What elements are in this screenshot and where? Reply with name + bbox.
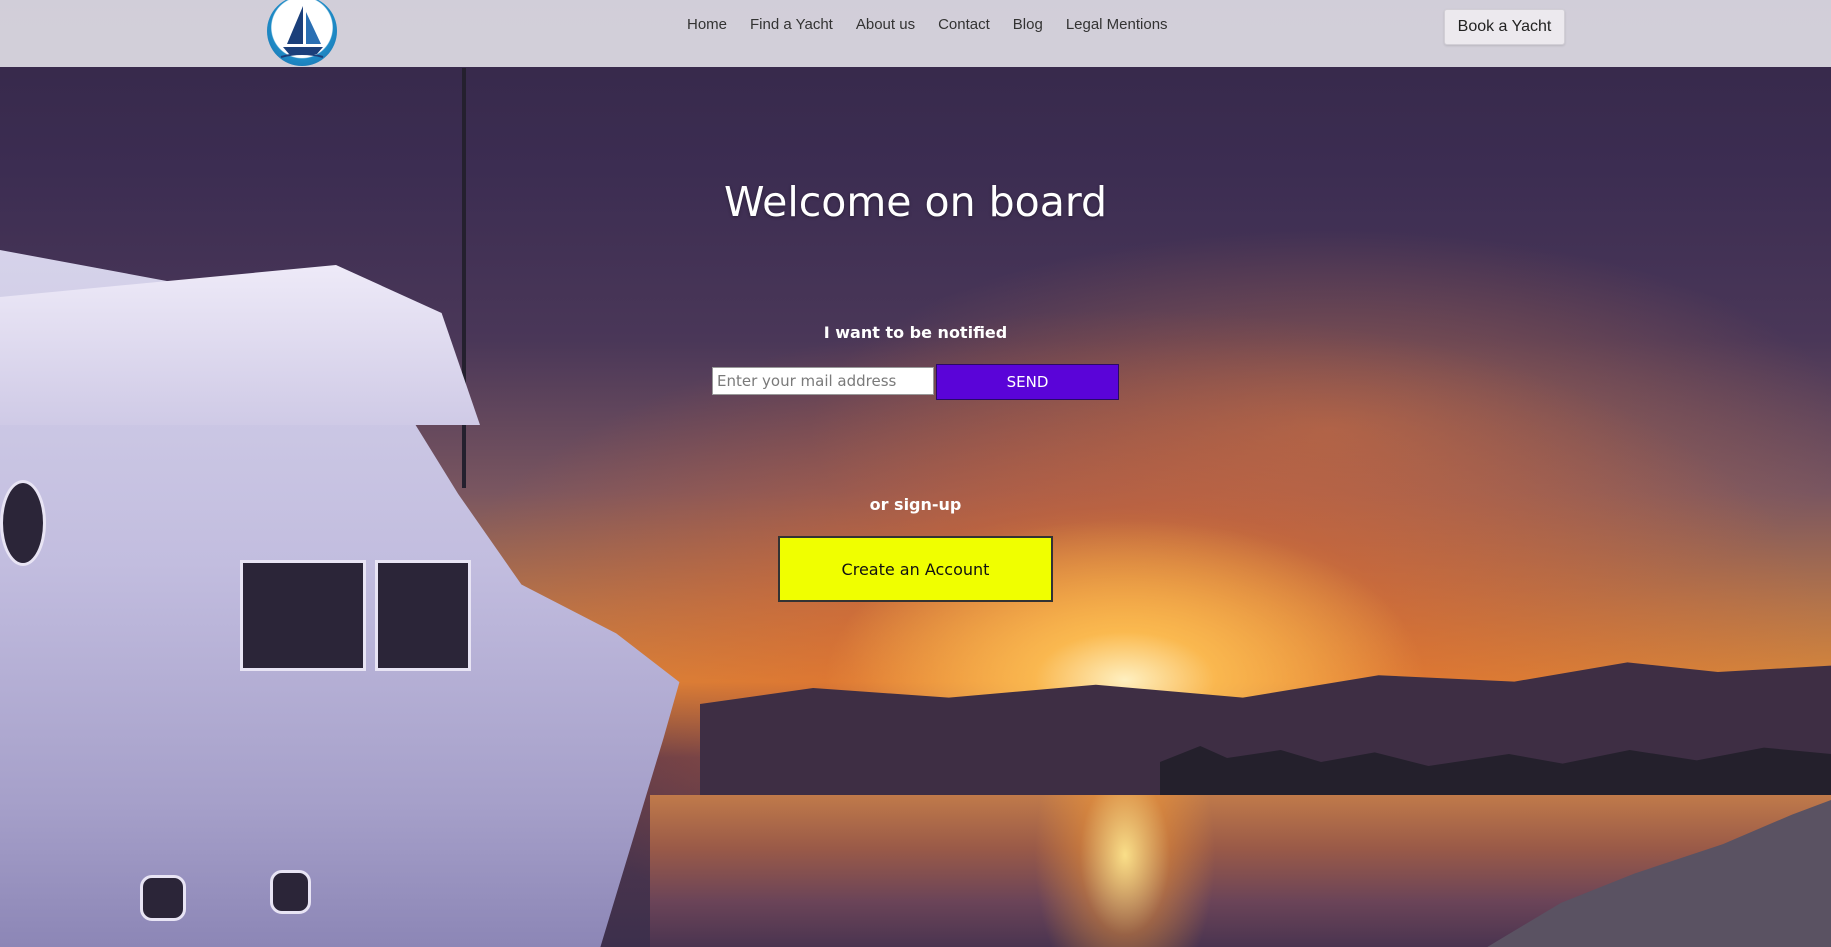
book-a-yacht-button[interactable]: Book a Yacht xyxy=(1444,9,1565,45)
page-title: Welcome on board xyxy=(723,178,1108,226)
signup-label: or sign-up xyxy=(869,495,962,514)
nav-find-a-yacht[interactable]: Find a Yacht xyxy=(750,15,833,35)
notify-label: I want to be notified xyxy=(823,323,1008,342)
top-navbar: Home Find a Yacht About us Contact Blog … xyxy=(0,0,1831,67)
yacht-porthole xyxy=(140,875,186,921)
nav-about-us[interactable]: About us xyxy=(856,15,915,35)
nav-home[interactable]: Home xyxy=(687,15,727,35)
nav-legal-mentions[interactable]: Legal Mentions xyxy=(1066,15,1168,35)
yacht-window xyxy=(240,560,366,671)
nav-blog[interactable]: Blog xyxy=(1013,15,1043,35)
nav-contact[interactable]: Contact xyxy=(938,15,990,35)
email-field[interactable] xyxy=(712,367,934,395)
yacht-window xyxy=(0,480,46,566)
yacht-window xyxy=(375,560,471,671)
yacht-porthole xyxy=(270,870,311,914)
yacht-mast xyxy=(462,68,466,488)
sailboat-logo-icon[interactable] xyxy=(267,0,337,66)
hero-background-image xyxy=(0,0,1831,947)
create-account-button[interactable]: Create an Account xyxy=(778,536,1053,602)
main-nav: Home Find a Yacht About us Contact Blog … xyxy=(687,15,1191,35)
send-button[interactable]: SEND xyxy=(936,364,1119,400)
